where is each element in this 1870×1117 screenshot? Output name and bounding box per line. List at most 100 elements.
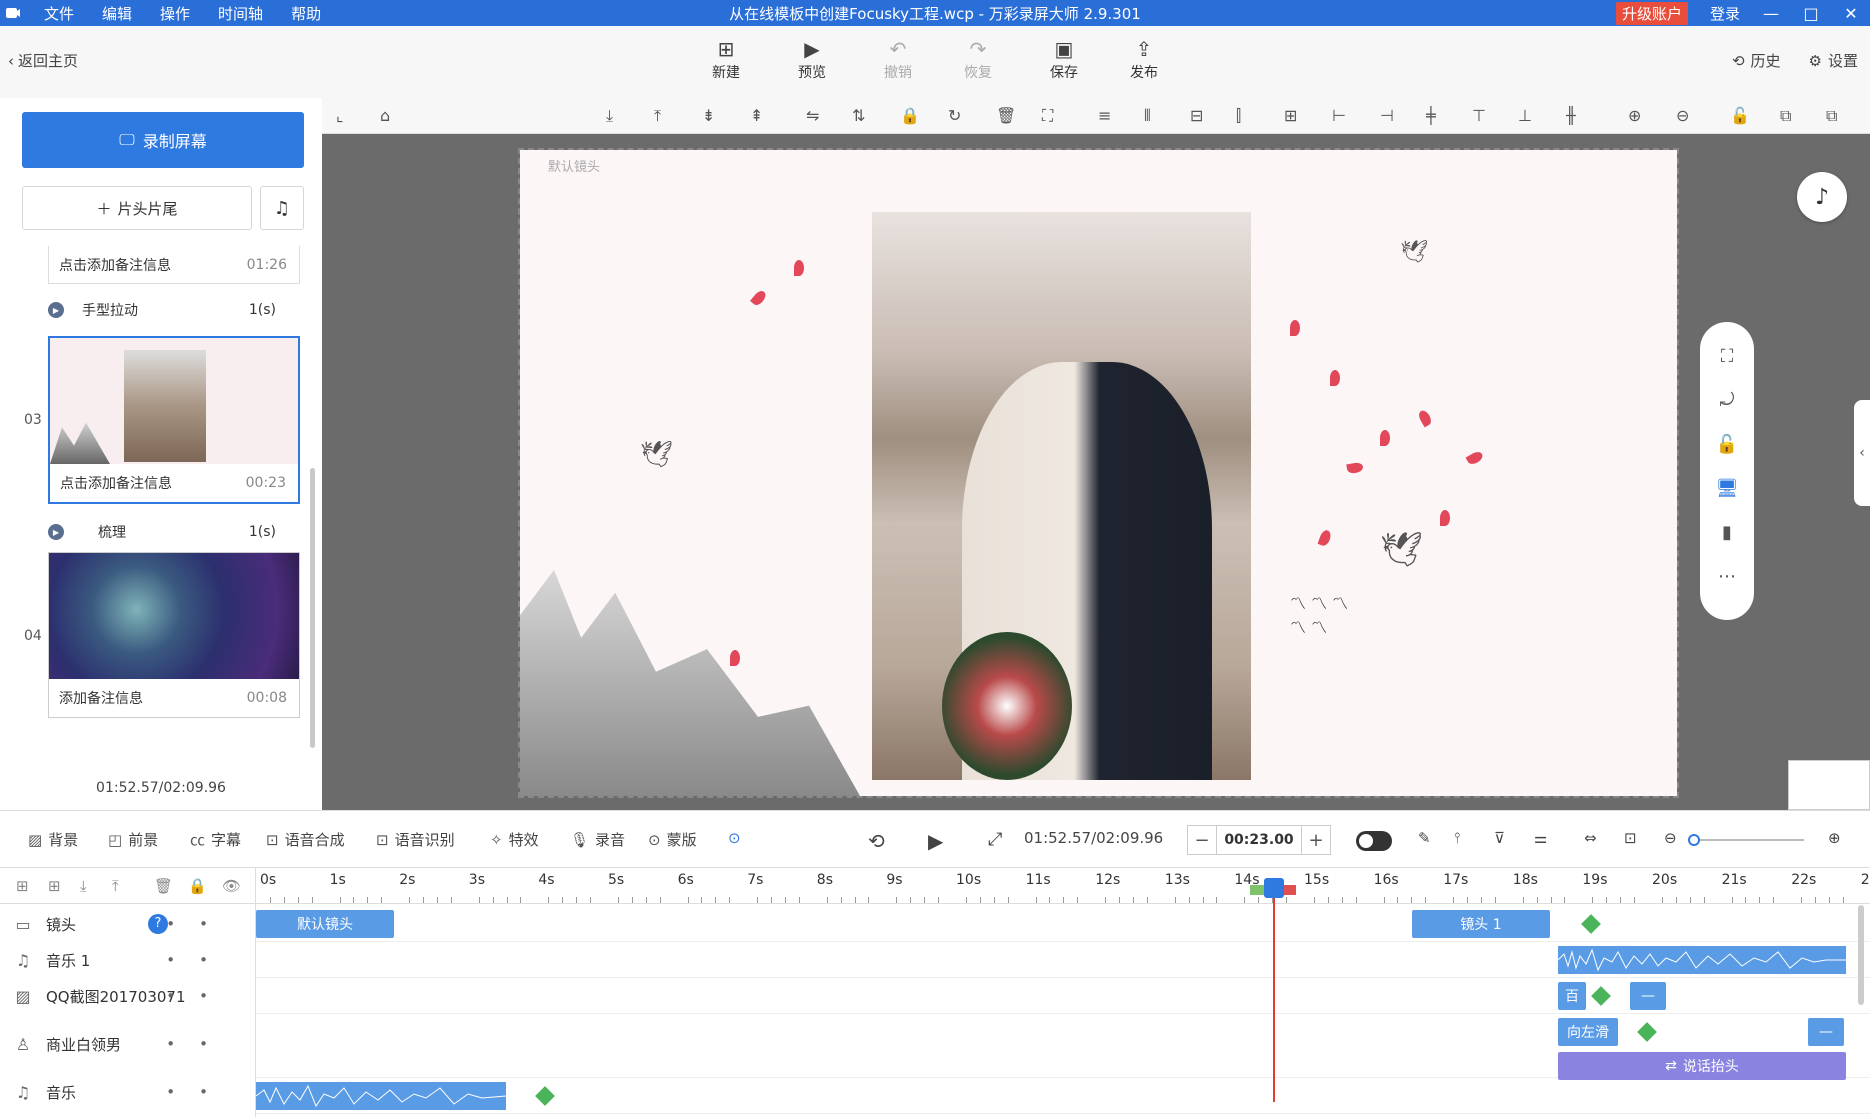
play-button[interactable]: ▶ (928, 829, 943, 853)
menu-timeline[interactable]: 时间轴 (218, 3, 263, 24)
settings-button[interactable]: ⚙ 设置 (1809, 50, 1858, 71)
text-edit-icon[interactable]: ⫯ (1454, 829, 1461, 847)
more-icon[interactable]: ⋯ (1700, 566, 1754, 587)
foreground-button[interactable]: ◰ 前景 (108, 829, 158, 850)
new-button[interactable]: ⊞ 新建 (696, 36, 756, 82)
center-h-icon[interactable]: ╪ (1426, 106, 1436, 125)
subtitle-button[interactable]: ㏄字幕 (190, 829, 241, 850)
track-options[interactable]: •• (166, 987, 232, 1005)
canvas-frame[interactable]: 默认镜头 🕊 🕊 🕊 〽 〽 〽 〽 〽 (518, 148, 1679, 798)
mini-preview[interactable] (1788, 760, 1870, 810)
scene-2-note[interactable]: 点击添加备注信息 01:26 (48, 246, 300, 284)
crop-icon[interactable]: ⌞ (336, 106, 344, 125)
adjust-icon[interactable]: ⚌ (1534, 829, 1547, 847)
desktop-icon[interactable]: 🖥 (1700, 478, 1754, 499)
head-tail-button[interactable]: ＋ 片头片尾 (22, 186, 252, 230)
wedding-photo[interactable] (872, 212, 1251, 780)
lock-icon[interactable]: 🔒 (900, 106, 920, 125)
filter-icon[interactable]: ⊽ (1494, 829, 1505, 847)
home-icon[interactable]: ⌂ (380, 106, 390, 125)
paste-icon[interactable]: ⧉ (1826, 106, 1837, 126)
clip-default-lens[interactable]: 默认镜头 (256, 910, 394, 938)
unlock-icon[interactable]: 🔓 (1700, 434, 1754, 455)
clip-talk[interactable]: ⇄ 说话抬头 (1558, 1052, 1846, 1080)
menu-edit[interactable]: 编辑 (102, 3, 132, 24)
track-header-lens[interactable]: ▭ 镜头 ? •• (0, 906, 256, 942)
align-middle-icon[interactable]: ⊟ (1190, 106, 1203, 125)
history-button[interactable]: ⟲ 历史 (1732, 50, 1781, 71)
record-screen-button[interactable]: 🖵 录制屏幕 (22, 112, 304, 168)
track-header-music1[interactable]: ♫ 音乐 1 •• (0, 942, 256, 978)
mask-button[interactable]: ⊙ 蒙版 (648, 829, 697, 850)
maximize-icon[interactable]: □ (1802, 4, 1820, 23)
replay-icon[interactable]: ⟲ (868, 829, 885, 853)
menu-operate[interactable]: 操作 (160, 3, 190, 24)
scene-scrollbar[interactable] (310, 468, 315, 748)
toggle-switch[interactable] (1356, 831, 1392, 851)
asr-button[interactable]: ⊡ 语音识别 (376, 829, 455, 850)
more-options-icon[interactable]: ⊙ (728, 829, 741, 847)
scene-3-card[interactable]: 点击添加备注信息 00:23 (48, 336, 300, 504)
align-center-icon[interactable]: ≡ (1098, 106, 1111, 125)
track-options[interactable]: •• (166, 1035, 232, 1053)
eye-icon[interactable]: 👁 (222, 877, 241, 895)
effects-button[interactable]: ✧ 特效 (490, 829, 539, 850)
minimize-icon[interactable]: — (1762, 4, 1780, 23)
clip-exit[interactable]: — (1630, 982, 1666, 1010)
move-down-icon[interactable]: ⇟ (702, 106, 715, 125)
dashes-icon[interactable]: ⊞ (1284, 106, 1297, 125)
move-down-icon[interactable]: ⤓ (80, 877, 87, 895)
rotate-icon[interactable]: ⤾ (1700, 390, 1754, 411)
music-button[interactable]: ♫ (260, 186, 304, 230)
track-header-character[interactable]: ♙ 商业白领男 •• (0, 1026, 256, 1062)
transition-1[interactable]: ▶ 手型拉动 1(s) (48, 300, 300, 320)
increase-button[interactable]: + (1302, 830, 1330, 851)
record-audio-button[interactable]: 🎙 录音 (570, 829, 625, 850)
login-button[interactable]: 登录 (1710, 3, 1740, 24)
track-options[interactable]: •• (166, 1083, 232, 1101)
zoom-in-icon[interactable]: ⊕ (1628, 106, 1641, 125)
add-folder-icon[interactable]: ⊞ (16, 877, 29, 895)
delete-icon[interactable]: 🗑 (996, 106, 1016, 125)
spacing-icon[interactable]: ╫ (1566, 106, 1576, 125)
back-home-button[interactable]: ‹ 返回主页 (8, 50, 78, 71)
add-keyframe-icon[interactable] (1591, 986, 1611, 1006)
zoom-slider[interactable] (1688, 834, 1804, 846)
clip-lens-1[interactable]: 镜头 1 (1412, 910, 1550, 938)
clip-exit[interactable]: — (1808, 1018, 1844, 1046)
audio-clip-music1[interactable] (1558, 946, 1846, 974)
zoom-slider-knob[interactable] (1688, 834, 1700, 846)
transition-play-icon[interactable]: ▶ (48, 524, 64, 540)
duration-stepper[interactable]: − 00:23.00 + (1187, 825, 1331, 855)
unlock-icon[interactable]: 🔓 (1730, 106, 1750, 125)
add-keyframe-icon[interactable] (1581, 914, 1601, 934)
publish-button[interactable]: ⇪ 发布 (1114, 36, 1174, 82)
rotate-icon[interactable]: ↻ (948, 106, 961, 125)
zoom-out-icon[interactable]: ⊖ (1676, 106, 1689, 125)
top-align-icon[interactable]: ⊤ (1472, 106, 1486, 125)
add-keyframe-icon[interactable] (1637, 1022, 1657, 1042)
fit-icon[interactable]: ⛶ (1042, 106, 1053, 126)
transition-2[interactable]: ▶ 梳理 1(s) (48, 522, 300, 542)
distribute-icon[interactable]: ⫴ (1144, 106, 1151, 126)
align-bottom-icon[interactable]: ⤓ (606, 106, 613, 126)
clip-baidu[interactable]: 百 (1558, 982, 1586, 1010)
move-up-icon[interactable]: ⤒ (112, 877, 119, 895)
help-icon[interactable]: ? (148, 914, 168, 934)
undo-button[interactable]: ↶ 撤销 (868, 36, 928, 82)
timeline-scrollbar[interactable] (1858, 905, 1864, 1005)
save-button[interactable]: ▣ 保存 (1034, 36, 1094, 82)
music-fab-button[interactable]: ♪ (1797, 172, 1847, 222)
add-keyframe-icon[interactable] (535, 1086, 555, 1106)
ratio-icon[interactable]: ⊡ (1624, 829, 1637, 847)
track-header-music[interactable]: ♫ 音乐 •• (0, 1074, 256, 1110)
scene-4-card[interactable]: 添加备注信息 00:08 (48, 552, 300, 718)
clip-slide-left[interactable]: 向左滑 (1558, 1018, 1618, 1046)
menu-help[interactable]: 帮助 (291, 3, 321, 24)
flip-vertical-icon[interactable]: ⇅ (852, 106, 865, 125)
menu-file[interactable]: 文件 (44, 3, 74, 24)
range-start-marker[interactable] (1250, 885, 1264, 895)
track-options[interactable]: •• (166, 951, 232, 969)
tablet-icon[interactable]: ▮ (1700, 522, 1754, 543)
fit-width-icon[interactable]: ⇔ (1584, 829, 1597, 847)
